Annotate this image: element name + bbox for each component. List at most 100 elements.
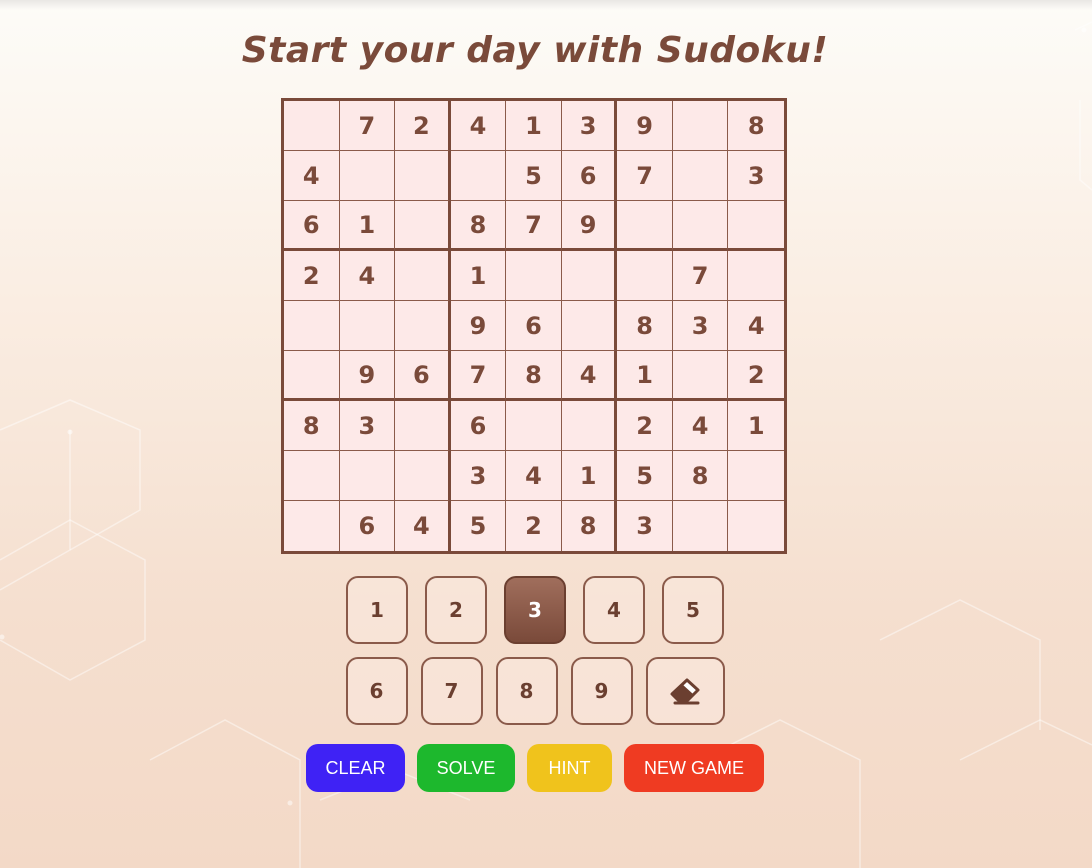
sudoku-cell-r2-c6[interactable]: 6 [561,151,618,201]
sudoku-cell-r1-c4[interactable]: 4 [450,101,507,151]
page-title: Start your day with Sudoku! [241,30,829,71]
sudoku-cell-r4-c1[interactable]: 2 [284,251,340,301]
sudoku-cell-r7-c7[interactable]: 2 [617,401,673,451]
sudoku-cell-r1-c1[interactable] [284,101,340,151]
number-button-7[interactable]: 7 [420,657,483,725]
number-button-8[interactable]: 8 [495,657,558,725]
sudoku-board: 7241398456736187924179683496784128362413… [281,98,787,554]
sudoku-cell-r4-c2[interactable]: 4 [339,251,396,301]
numpad-row-bottom: 6789 [0,657,1070,725]
sudoku-cell-r2-c8[interactable] [672,151,729,201]
sudoku-cell-r8-c9[interactable] [728,451,784,501]
sudoku-cell-r3-c7[interactable] [617,201,673,251]
sudoku-cell-r6-c3[interactable]: 6 [395,351,451,401]
sudoku-cell-r5-c9[interactable]: 4 [728,301,784,351]
sudoku-cell-r8-c8[interactable]: 8 [672,451,729,501]
sudoku-cell-r7-c1[interactable]: 8 [284,401,340,451]
sudoku-cell-r9-c5[interactable]: 2 [506,501,562,551]
sudoku-cell-r3-c6[interactable]: 9 [561,201,618,251]
solve-button[interactable]: SOLVE [417,744,515,792]
sudoku-cell-r7-c4[interactable]: 6 [450,401,507,451]
sudoku-cell-r7-c2[interactable]: 3 [339,401,396,451]
sudoku-cell-r3-c1[interactable]: 6 [284,201,340,251]
sudoku-cell-r8-c6[interactable]: 1 [561,451,618,501]
sudoku-cell-r4-c7[interactable] [617,251,673,301]
sudoku-cell-r9-c8[interactable] [673,501,729,551]
sudoku-cell-r1-c6[interactable]: 3 [561,101,618,151]
sudoku-cell-r6-c8[interactable] [672,351,729,401]
sudoku-cell-r4-c8[interactable]: 7 [672,251,729,301]
sudoku-cell-r1-c8[interactable] [672,101,729,151]
sudoku-cell-r1-c3[interactable]: 2 [395,101,451,151]
sudoku-cell-r1-c2[interactable]: 7 [339,101,396,151]
sudoku-cell-r3-c4[interactable]: 8 [450,201,507,251]
sudoku-cell-r3-c3[interactable] [395,201,451,251]
sudoku-cell-r3-c5[interactable]: 7 [506,201,562,251]
sudoku-cell-r9-c1[interactable] [284,501,340,551]
sudoku-cell-r2-c1[interactable]: 4 [284,151,340,201]
number-button-5[interactable]: 5 [662,576,724,644]
sudoku-cell-r9-c4[interactable]: 5 [451,501,507,551]
sudoku-cell-r1-c5[interactable]: 1 [506,101,562,151]
sudoku-cell-r5-c8[interactable]: 3 [672,301,729,351]
sudoku-cell-r7-c8[interactable]: 4 [672,401,729,451]
sudoku-cell-r3-c9[interactable] [728,201,784,251]
sudoku-cell-r4-c4[interactable]: 1 [450,251,507,301]
sudoku-cell-r8-c1[interactable] [284,451,340,501]
eraser-icon [670,678,700,705]
number-button-6[interactable]: 6 [345,657,408,725]
sudoku-cell-r6-c7[interactable]: 1 [617,351,673,401]
sudoku-cell-r3-c2[interactable]: 1 [339,201,396,251]
sudoku-cell-r7-c6[interactable] [561,401,618,451]
sudoku-cell-r8-c2[interactable] [339,451,396,501]
sudoku-cell-r5-c5[interactable]: 6 [506,301,562,351]
sudoku-cell-r8-c4[interactable]: 3 [450,451,507,501]
sudoku-cell-r8-c7[interactable]: 5 [617,451,673,501]
sudoku-cell-r2-c4[interactable] [450,151,507,201]
number-button-2[interactable]: 2 [425,576,487,644]
sudoku-cell-r5-c1[interactable] [284,301,340,351]
sudoku-cell-r4-c9[interactable] [728,251,784,301]
sudoku-cell-r3-c8[interactable] [672,201,729,251]
action-bar: CLEAR SOLVE HINT NEW GAME [0,744,1070,792]
new-game-button[interactable]: NEW GAME [624,744,764,792]
sudoku-cell-r5-c3[interactable] [395,301,451,351]
sudoku-cell-r7-c5[interactable] [506,401,562,451]
sudoku-cell-r6-c1[interactable] [284,351,340,401]
sudoku-cell-r9-c9[interactable] [728,501,784,551]
hint-button[interactable]: HINT [527,744,612,792]
sudoku-cell-r2-c9[interactable]: 3 [728,151,784,201]
sudoku-cell-r2-c7[interactable]: 7 [617,151,673,201]
sudoku-cell-r9-c3[interactable]: 4 [395,501,451,551]
sudoku-cell-r2-c3[interactable] [395,151,451,201]
sudoku-cell-r9-c6[interactable]: 8 [562,501,618,551]
clear-button[interactable]: CLEAR [306,744,405,792]
number-button-4[interactable]: 4 [583,576,645,644]
erase-button[interactable] [645,657,725,725]
sudoku-cell-r5-c2[interactable] [339,301,396,351]
number-button-9[interactable]: 9 [570,657,633,725]
sudoku-cell-r5-c4[interactable]: 9 [450,301,507,351]
sudoku-cell-r6-c2[interactable]: 9 [339,351,396,401]
sudoku-cell-r6-c6[interactable]: 4 [561,351,618,401]
sudoku-cell-r9-c7[interactable]: 3 [617,501,673,551]
number-button-3[interactable]: 3 [504,576,566,644]
sudoku-cell-r8-c3[interactable] [395,451,451,501]
sudoku-cell-r5-c6[interactable] [561,301,618,351]
sudoku-cell-r1-c7[interactable]: 9 [617,101,673,151]
sudoku-cell-r4-c6[interactable] [561,251,618,301]
sudoku-cell-r1-c9[interactable]: 8 [728,101,784,151]
sudoku-cell-r2-c5[interactable]: 5 [506,151,562,201]
sudoku-cell-r9-c2[interactable]: 6 [340,501,396,551]
sudoku-cell-r6-c9[interactable]: 2 [728,351,784,401]
sudoku-cell-r8-c5[interactable]: 4 [506,451,562,501]
sudoku-cell-r4-c3[interactable] [395,251,451,301]
sudoku-cell-r7-c9[interactable]: 1 [728,401,784,451]
sudoku-cell-r4-c5[interactable] [506,251,562,301]
sudoku-cell-r7-c3[interactable] [395,401,451,451]
sudoku-cell-r2-c2[interactable] [339,151,396,201]
number-button-1[interactable]: 1 [346,576,408,644]
sudoku-cell-r5-c7[interactable]: 8 [617,301,673,351]
sudoku-cell-r6-c4[interactable]: 7 [450,351,507,401]
sudoku-cell-r6-c5[interactable]: 8 [506,351,562,401]
